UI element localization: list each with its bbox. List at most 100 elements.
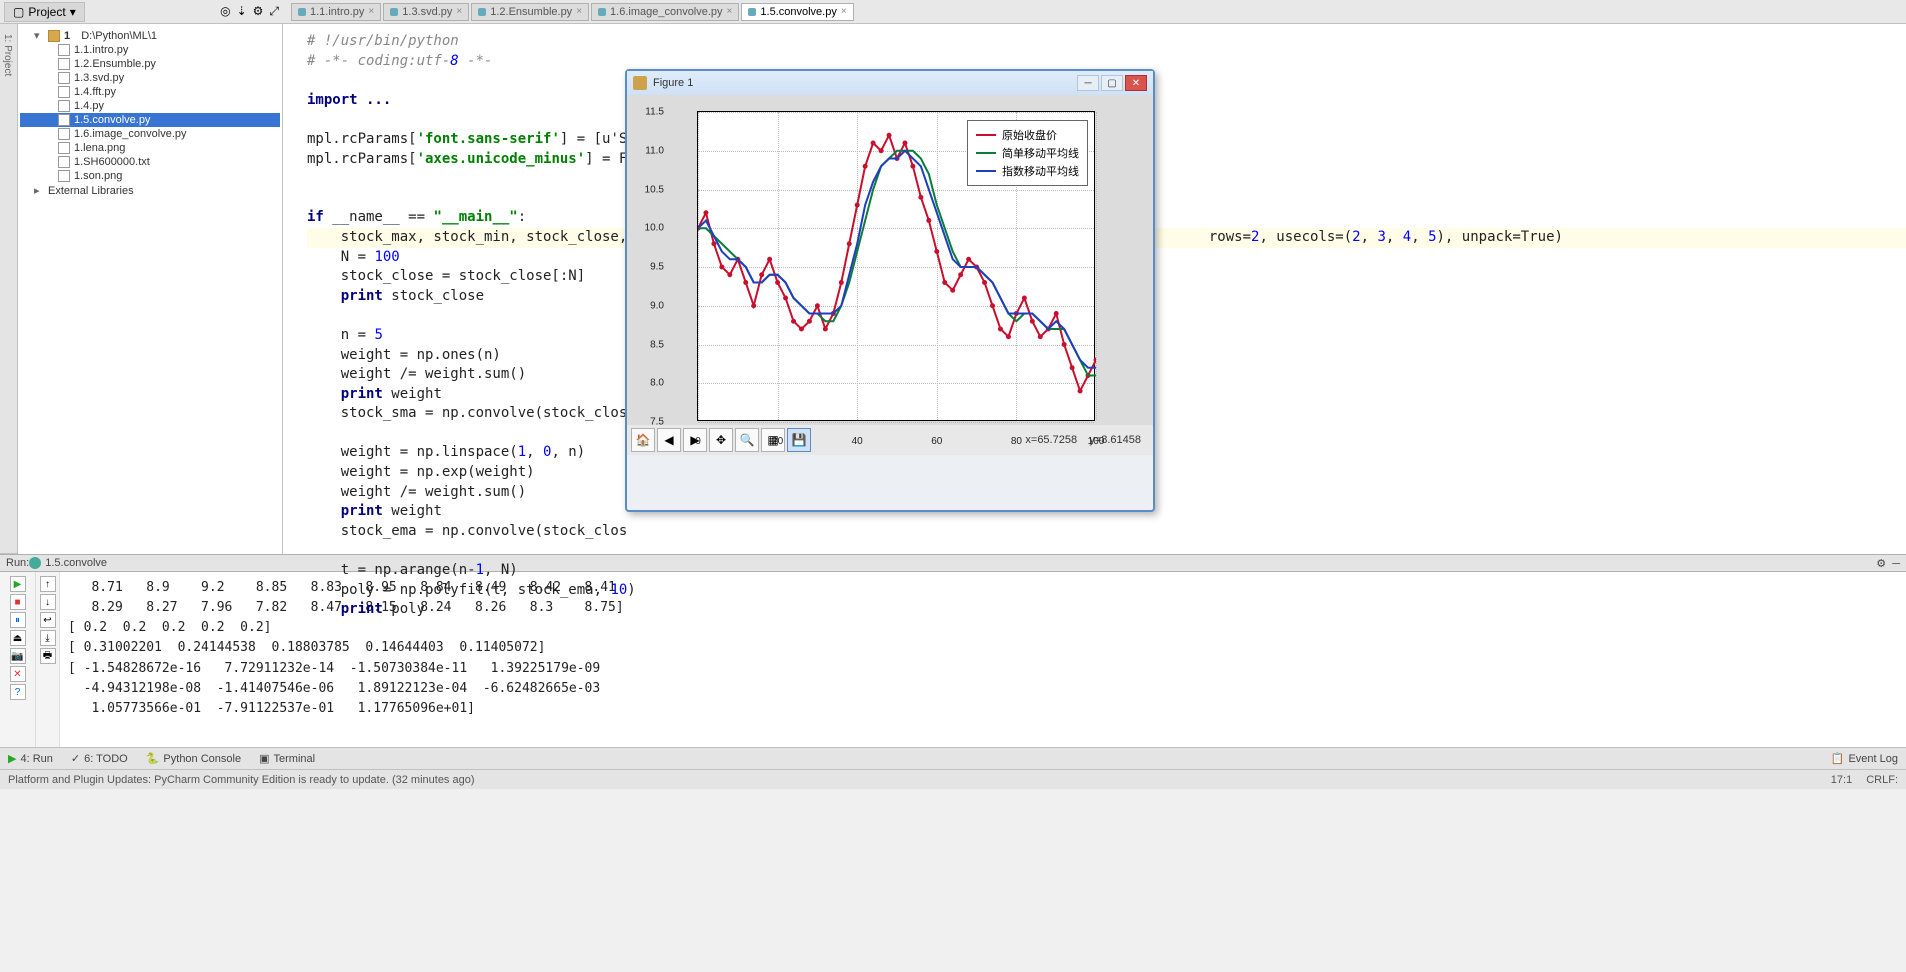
tree-root[interactable]: ▾1 D:\Python\ML\1 [20, 28, 280, 43]
python-file-icon [748, 8, 756, 16]
zoom-button[interactable]: 🔍 [735, 428, 759, 452]
legend-label: 简单移动平均线 [1002, 145, 1079, 161]
bottom-todo[interactable]: ✓6: TODO [71, 752, 128, 765]
bottom-eventlog[interactable]: 📋Event Log [1831, 752, 1898, 765]
tree-item[interactable]: 1.4.py [20, 99, 280, 113]
legend-swatch [976, 152, 996, 154]
run-config-icon [29, 557, 41, 569]
stop-button[interactable]: ■ [10, 594, 26, 610]
label: Event Log [1848, 753, 1898, 765]
legend-label: 指数移动平均线 [1002, 163, 1079, 179]
tab-imageconvolve[interactable]: 1.6.image_convolve.py × [591, 3, 739, 21]
figure-titlebar[interactable]: Figure 1 ─ ▢ ✕ [627, 71, 1153, 95]
home-button[interactable]: 🏠 [631, 428, 655, 452]
line-ending: CRLF: [1866, 774, 1898, 786]
tab-label: 1.6.image_convolve.py [610, 6, 723, 18]
project-view-button[interactable]: ▢ Project ▾ [4, 2, 85, 22]
run-config-name: 1.5.convolve [45, 557, 107, 569]
pause-button[interactable]: ⏸ [10, 612, 26, 628]
tree-item[interactable]: 1.4.fft.py [20, 85, 280, 99]
scroll-button[interactable]: ⤓ [40, 630, 56, 646]
file-icon [58, 156, 70, 168]
file-icon [58, 100, 70, 112]
label: 4: Run [20, 753, 52, 765]
bottom-pyconsole[interactable]: 🐍Python Console [146, 752, 241, 765]
close-icon[interactable]: × [456, 6, 462, 17]
down-button[interactable]: ↓ [40, 594, 56, 610]
folder-icon [48, 30, 60, 42]
top-bar: ▢ Project ▾ ◎ ⇣ ⚙ ⤢ 1.1.intro.py × 1.3.sv… [0, 0, 1906, 24]
file-icon [58, 72, 70, 84]
back-button[interactable]: ◀ [657, 428, 681, 452]
rerun-button[interactable]: ▶ [10, 576, 26, 592]
figure-toolbar: 🏠 ◀ ▶ ✥ 🔍 ▦ 💾 x=65.7258 y=8.61458 [627, 425, 1153, 455]
file-icon [58, 128, 70, 140]
close-icon[interactable]: × [841, 6, 847, 17]
save-button[interactable]: 💾 [787, 428, 811, 452]
label: 6: TODO [84, 753, 128, 765]
tree-item[interactable]: 1.6.image_convolve.py [20, 127, 280, 141]
tree-item[interactable]: 1.3.svd.py [20, 71, 280, 85]
close-icon[interactable]: × [727, 6, 733, 17]
console-gutter-right: ↑ ↓ ↩ ⤓ 🖶 [36, 572, 60, 747]
collapse-icon[interactable]: ⇣ [237, 4, 247, 19]
maximize-button[interactable]: ▢ [1101, 75, 1123, 91]
legend: 原始收盘价 简单移动平均线 指数移动平均线 [967, 120, 1088, 186]
target-icon[interactable]: ◎ [220, 4, 230, 19]
project-tree[interactable]: ▾1 D:\Python\ML\1 1.1.intro.py1.2.Ensumb… [18, 24, 283, 554]
tab-ensumble[interactable]: 1.2.Ensumble.py × [471, 3, 589, 21]
editor-tabs: 1.1.intro.py × 1.3.svd.py× 1.2.Ensumble.p… [283, 3, 854, 21]
legend-label: 原始收盘价 [1002, 127, 1057, 143]
tree-item[interactable]: 1.2.Ensumble.py [20, 57, 280, 71]
file-icon [58, 44, 70, 56]
console-gutter-left: ▶ ■ ⏸ ⏏ 📷 ✕ ? [0, 572, 36, 747]
tree-item[interactable]: 1.5.convolve.py [20, 113, 280, 127]
tree-item[interactable]: 1.son.png [20, 169, 280, 183]
file-icon [58, 114, 70, 126]
tree-item[interactable]: 1.SH600000.txt [20, 155, 280, 169]
status-x: x=65.7258 [1025, 434, 1077, 446]
gear-icon[interactable]: ⚙ [253, 4, 264, 19]
run-label: Run: [6, 557, 29, 569]
status-bar: Platform and Plugin Updates: PyCharm Com… [0, 769, 1906, 789]
python-file-icon [598, 8, 606, 16]
minimize-button[interactable]: ─ [1077, 75, 1099, 91]
tab-intro[interactable]: 1.1.intro.py × [291, 3, 381, 21]
tree-external-libs[interactable]: ▸External Libraries [20, 183, 280, 198]
figure-window[interactable]: Figure 1 ─ ▢ ✕ 7.58.08.59.09.510.010.511… [625, 69, 1155, 512]
close-icon[interactable]: × [576, 6, 582, 17]
python-file-icon [390, 8, 398, 16]
close-icon[interactable]: × [368, 6, 374, 17]
softwrap-button[interactable]: ↩ [40, 612, 56, 628]
close-button[interactable]: ✕ [1125, 75, 1147, 91]
python-file-icon [298, 8, 306, 16]
file-icon [58, 86, 70, 98]
bottom-run[interactable]: ▶4: Run [8, 752, 53, 765]
caret-position: 17:1 [1831, 774, 1852, 786]
hide-icon[interactable]: ⤢ [269, 4, 279, 19]
side-tab-project[interactable]: 1: Project [0, 28, 15, 554]
legend-swatch [976, 170, 996, 172]
left-tool-strip: 1: Project 7: Structure [0, 24, 18, 554]
file-icon [58, 142, 70, 154]
tree-item[interactable]: 1.lena.png [20, 141, 280, 155]
figure-canvas: 7.58.08.59.09.510.010.511.011.5 02040608… [627, 95, 1153, 425]
file-icon [58, 170, 70, 182]
tab-label: 1.2.Ensumble.py [490, 6, 572, 18]
tab-convolve[interactable]: 1.5.convolve.py × [741, 3, 853, 21]
print-button[interactable]: 🖶 [40, 648, 56, 664]
help-button[interactable]: ? [10, 684, 26, 700]
tab-svd[interactable]: 1.3.svd.py× [383, 3, 469, 21]
tab-label: 1.5.convolve.py [760, 6, 836, 18]
up-button[interactable]: ↑ [40, 576, 56, 592]
python-file-icon [478, 8, 486, 16]
tab-label: 1.1.intro.py [310, 6, 364, 18]
external-label: External Libraries [48, 185, 134, 197]
exit-button[interactable]: ⏏ [10, 630, 26, 646]
status-message: Platform and Plugin Updates: PyCharm Com… [8, 774, 475, 786]
tree-item[interactable]: 1.1.intro.py [20, 43, 280, 57]
dump-button[interactable]: 📷 [10, 648, 26, 664]
close2-button[interactable]: ✕ [10, 666, 26, 682]
pan-button[interactable]: ✥ [709, 428, 733, 452]
bottom-terminal[interactable]: ▣Terminal [259, 752, 315, 765]
